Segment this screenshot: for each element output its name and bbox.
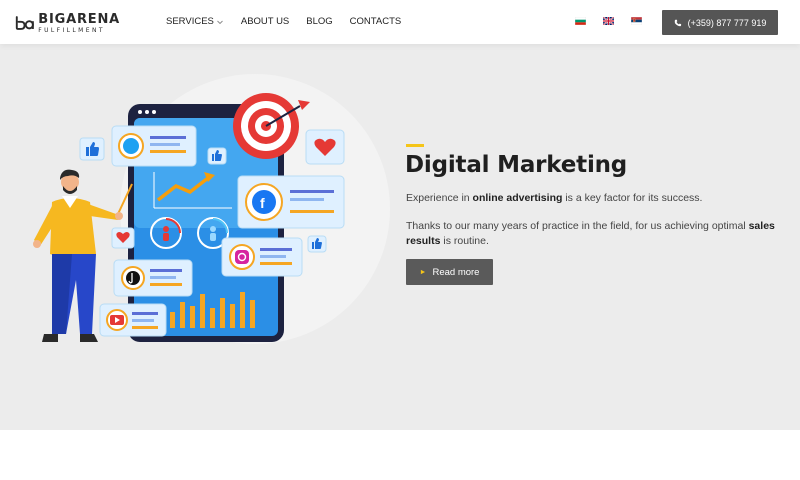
nav-services-label: SERVICES — [166, 16, 214, 27]
arrow-right-icon: ► — [419, 268, 427, 276]
hero-section: f Digital Marketing Experience in online… — [0, 44, 800, 430]
hero-p2-text-end: is routine. — [440, 235, 489, 247]
logo-brand-text: BIGARENA — [38, 11, 120, 27]
nav-contacts[interactable]: CONTACTS — [350, 16, 402, 27]
phone-button[interactable]: (+359) 877 777 919 — [662, 10, 778, 35]
youtube-card — [99, 303, 167, 337]
nav-blog[interactable]: BLOG — [306, 16, 332, 27]
flag-bulgaria-icon[interactable] — [575, 17, 586, 25]
hero-paragraph-1: Experience in online advertising is a ke… — [406, 192, 786, 204]
target-icon — [233, 93, 310, 159]
site-header: BIGARENA FULFILLMENT SERVICES ABOUT US B… — [0, 0, 800, 44]
chevron-down-icon — [217, 20, 223, 24]
bigarena-logo-mark — [15, 16, 34, 30]
twitter-card — [111, 125, 197, 167]
hero-p1-bold: online advertising — [472, 192, 563, 204]
logo-sub-text: FULFILLMENT — [38, 26, 105, 34]
instagram-card — [221, 237, 303, 277]
facebook-card: f — [237, 175, 345, 229]
main-nav: SERVICES ABOUT US BLOG CONTACTS — [166, 16, 418, 27]
page-bottom-area — [0, 430, 800, 480]
flag-serbia-icon[interactable] — [631, 17, 642, 25]
hero-title: Digital Marketing — [405, 152, 628, 178]
nav-about-us[interactable]: ABOUT US — [241, 16, 289, 27]
hero-paragraph-2: Thanks to our many years of practice in … — [406, 219, 791, 249]
digital-marketing-illustration: f — [33, 93, 345, 342]
read-more-button[interactable]: ► Read more — [406, 259, 493, 285]
title-accent-line — [406, 144, 424, 147]
hero-p2-text: Thanks to our many years of practice in … — [406, 220, 749, 232]
hero-p1-text: Experience in — [406, 192, 473, 204]
tiktok-card — [113, 259, 193, 297]
flag-uk-icon[interactable] — [603, 17, 614, 25]
phone-number: (+359) 877 777 919 — [687, 17, 767, 28]
bigarena-logo[interactable]: BIGARENA FULFILLMENT — [15, 10, 120, 36]
read-more-label: Read more — [432, 266, 480, 278]
svg-text:f: f — [260, 195, 265, 211]
phone-icon — [674, 19, 681, 26]
language-switcher — [575, 17, 642, 25]
hero-p1-text-end: is a key factor for its success. — [562, 192, 703, 204]
nav-services[interactable]: SERVICES — [166, 16, 224, 27]
